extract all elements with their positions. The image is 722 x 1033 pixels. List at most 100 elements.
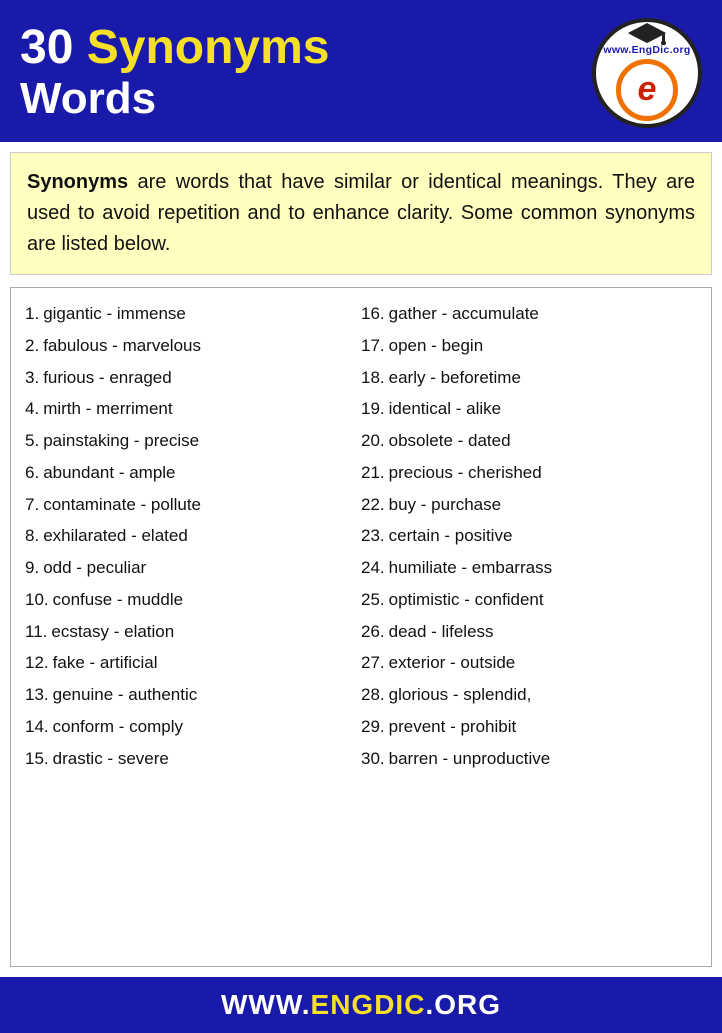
item-text: prevent - prohibit [389,717,517,736]
item-text: ecstasy - elation [51,622,174,641]
list-item: 15.drastic - severe [25,743,361,775]
item-text: glorious - splendid, [389,685,532,704]
item-number: 6. [25,463,39,482]
item-text: odd - peculiar [43,558,146,577]
list-item: 5.painstaking - precise [25,425,361,457]
list-item: 29.prevent - prohibit [361,711,697,743]
item-text: precious - cherished [389,463,542,482]
list-item: 9.odd - peculiar [25,552,361,584]
list-item: 6.abundant - ample [25,457,361,489]
list-item: 1.gigantic - immense [25,298,361,330]
list-item: 18.early - beforetime [361,362,697,394]
list-item: 8.exhilarated - elated [25,520,361,552]
item-number: 25. [361,590,385,609]
item-text: furious - enraged [43,368,172,387]
title-synonyms: Synonyms [87,21,330,74]
item-number: 29. [361,717,385,736]
list-item: 28.glorious - splendid, [361,679,697,711]
item-text: gather - accumulate [389,304,539,323]
list-item: 7.contaminate - pollute [25,489,361,521]
footer-org: .ORG [425,989,501,1020]
title-30: 30 [20,21,87,74]
item-number: 4. [25,399,39,418]
logo-e-circle: e [616,59,678,121]
item-number: 23. [361,526,385,545]
item-number: 1. [25,304,39,323]
item-text: painstaking - precise [43,431,199,450]
item-number: 11. [25,622,47,641]
right-column: 16.gather - accumulate17.open - begin18.… [361,298,697,774]
list-item: 22.buy - purchase [361,489,697,521]
graduation-cap-icon [628,23,666,45]
item-text: exterior - outside [389,653,516,672]
logo-url: www.EngDic.org [603,45,690,57]
item-number: 10. [25,590,49,609]
item-text: confuse - muddle [53,590,183,609]
item-number: 14. [25,717,49,736]
footer-text: WWW.ENGDIC.ORG [20,989,702,1021]
list-item: 27.exterior - outside [361,647,697,679]
item-number: 12. [25,653,49,672]
item-number: 24. [361,558,385,577]
item-text: fake - artificial [53,653,158,672]
list-item: 2.fabulous - marvelous [25,330,361,362]
item-text: fabulous - marvelous [43,336,201,355]
synonyms-list-box: 1.gigantic - immense2.fabulous - marvelo… [10,287,712,967]
item-text: mirth - merriment [43,399,172,418]
item-number: 2. [25,336,39,355]
list-item: 4.mirth - merriment [25,393,361,425]
item-text: early - beforetime [389,368,521,387]
logo: www.EngDic.org e [592,18,702,128]
logo-circle: www.EngDic.org e [592,18,702,128]
item-text: barren - unproductive [389,749,551,768]
list-item: 19.identical - alike [361,393,697,425]
list-item: 3.furious - enraged [25,362,361,394]
item-number: 27. [361,653,385,672]
description-box: Synonyms are words that have similar or … [10,152,712,275]
item-number: 5. [25,431,39,450]
item-number: 18. [361,368,385,387]
footer-section: WWW.ENGDIC.ORG [0,977,722,1033]
item-number: 28. [361,685,385,704]
list-item: 25.optimistic - confident [361,584,697,616]
item-number: 21. [361,463,385,482]
title-line1: 30 Synonyms [20,22,329,75]
list-item: 14.conform - comply [25,711,361,743]
item-text: humiliate - embarrass [389,558,552,577]
list-item: 23.certain - positive [361,520,697,552]
item-number: 7. [25,495,39,514]
logo-e-letter: e [638,70,657,109]
list-item: 30.barren - unproductive [361,743,697,775]
list-item: 12.fake - artificial [25,647,361,679]
list-item: 11.ecstasy - elation [25,616,361,648]
footer-engdic: ENGDIC [311,989,426,1020]
item-text: dead - lifeless [389,622,494,641]
item-number: 30. [361,749,385,768]
left-column: 1.gigantic - immense2.fabulous - marvelo… [25,298,361,774]
header-section: 30 Synonyms Words www.EngDic.org e [0,0,722,142]
item-text: certain - positive [389,526,513,545]
header-title: 30 Synonyms Words [20,22,329,123]
item-number: 8. [25,526,39,545]
list-item: 13.genuine - authentic [25,679,361,711]
list-item: 20.obsolete - dated [361,425,697,457]
description-rest: are words that have similar or identical… [27,171,695,255]
item-text: drastic - severe [53,749,169,768]
item-number: 15. [25,749,49,768]
description-bold: Synonyms [27,171,128,193]
description-text: Synonyms are words that have similar or … [27,167,695,260]
item-text: identical - alike [389,399,501,418]
item-text: obsolete - dated [389,431,511,450]
item-text: exhilarated - elated [43,526,188,545]
item-text: abundant - ample [43,463,175,482]
item-number: 20. [361,431,385,450]
item-text: optimistic - confident [389,590,544,609]
item-text: conform - comply [53,717,183,736]
right-list: 16.gather - accumulate17.open - begin18.… [361,298,697,774]
list-item: 16.gather - accumulate [361,298,697,330]
item-text: contaminate - pollute [43,495,201,514]
list-item: 17.open - begin [361,330,697,362]
item-number: 9. [25,558,39,577]
left-list: 1.gigantic - immense2.fabulous - marvelo… [25,298,361,774]
list-item: 21.precious - cherished [361,457,697,489]
